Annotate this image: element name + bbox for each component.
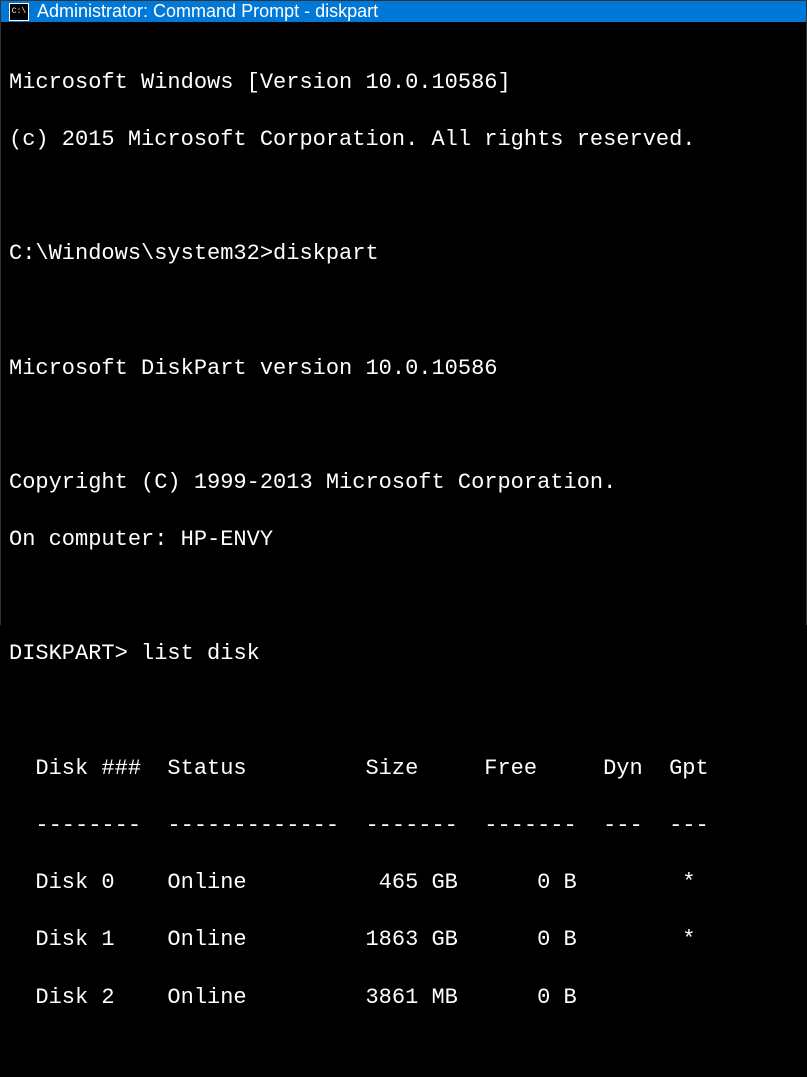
os-copyright-line: (c) 2015 Microsoft Corporation. All righ… <box>9 126 798 155</box>
prompt-command: list disk <box>141 641 260 666</box>
window-title: Administrator: Command Prompt - diskpart <box>37 1 378 22</box>
prompt-line-1: C:\Windows\system32>diskpart <box>9 240 798 269</box>
blank-line <box>9 297 798 326</box>
prompt-command: diskpart <box>273 241 379 266</box>
table-row: Disk 0 Online 465 GB 0 B * <box>9 869 798 898</box>
blank-line <box>9 183 798 212</box>
blank-line <box>9 412 798 441</box>
blank-line <box>9 698 798 727</box>
diskpart-copyright-line: Copyright (C) 1999-2013 Microsoft Corpor… <box>9 469 798 498</box>
table-header: Disk ### Status Size Free Dyn Gpt <box>9 755 798 784</box>
blank-line <box>9 583 798 612</box>
table-row: Disk 1 Online 1863 GB 0 B * <box>9 926 798 955</box>
os-version-line: Microsoft Windows [Version 10.0.10586] <box>9 69 798 98</box>
titlebar[interactable]: C:\ Administrator: Command Prompt - disk… <box>1 1 806 22</box>
diskpart-computer-line: On computer: HP-ENVY <box>9 526 798 555</box>
prompt-path: C:\Windows\system32> <box>9 241 273 266</box>
terminal-output[interactable]: Microsoft Windows [Version 10.0.10586] (… <box>1 22 806 1077</box>
cmd-icon-glyph: C:\ <box>12 8 26 16</box>
prompt-path: DISKPART> <box>9 641 128 666</box>
cmd-icon: C:\ <box>9 3 29 21</box>
diskpart-version-line: Microsoft DiskPart version 10.0.10586 <box>9 355 798 384</box>
prompt-line-2: DISKPART> list disk <box>9 640 798 669</box>
command-prompt-window: C:\ Administrator: Command Prompt - disk… <box>0 0 807 625</box>
table-row: Disk 2 Online 3861 MB 0 B <box>9 984 798 1013</box>
table-divider: -------- ------------- ------- ------- -… <box>9 812 798 841</box>
